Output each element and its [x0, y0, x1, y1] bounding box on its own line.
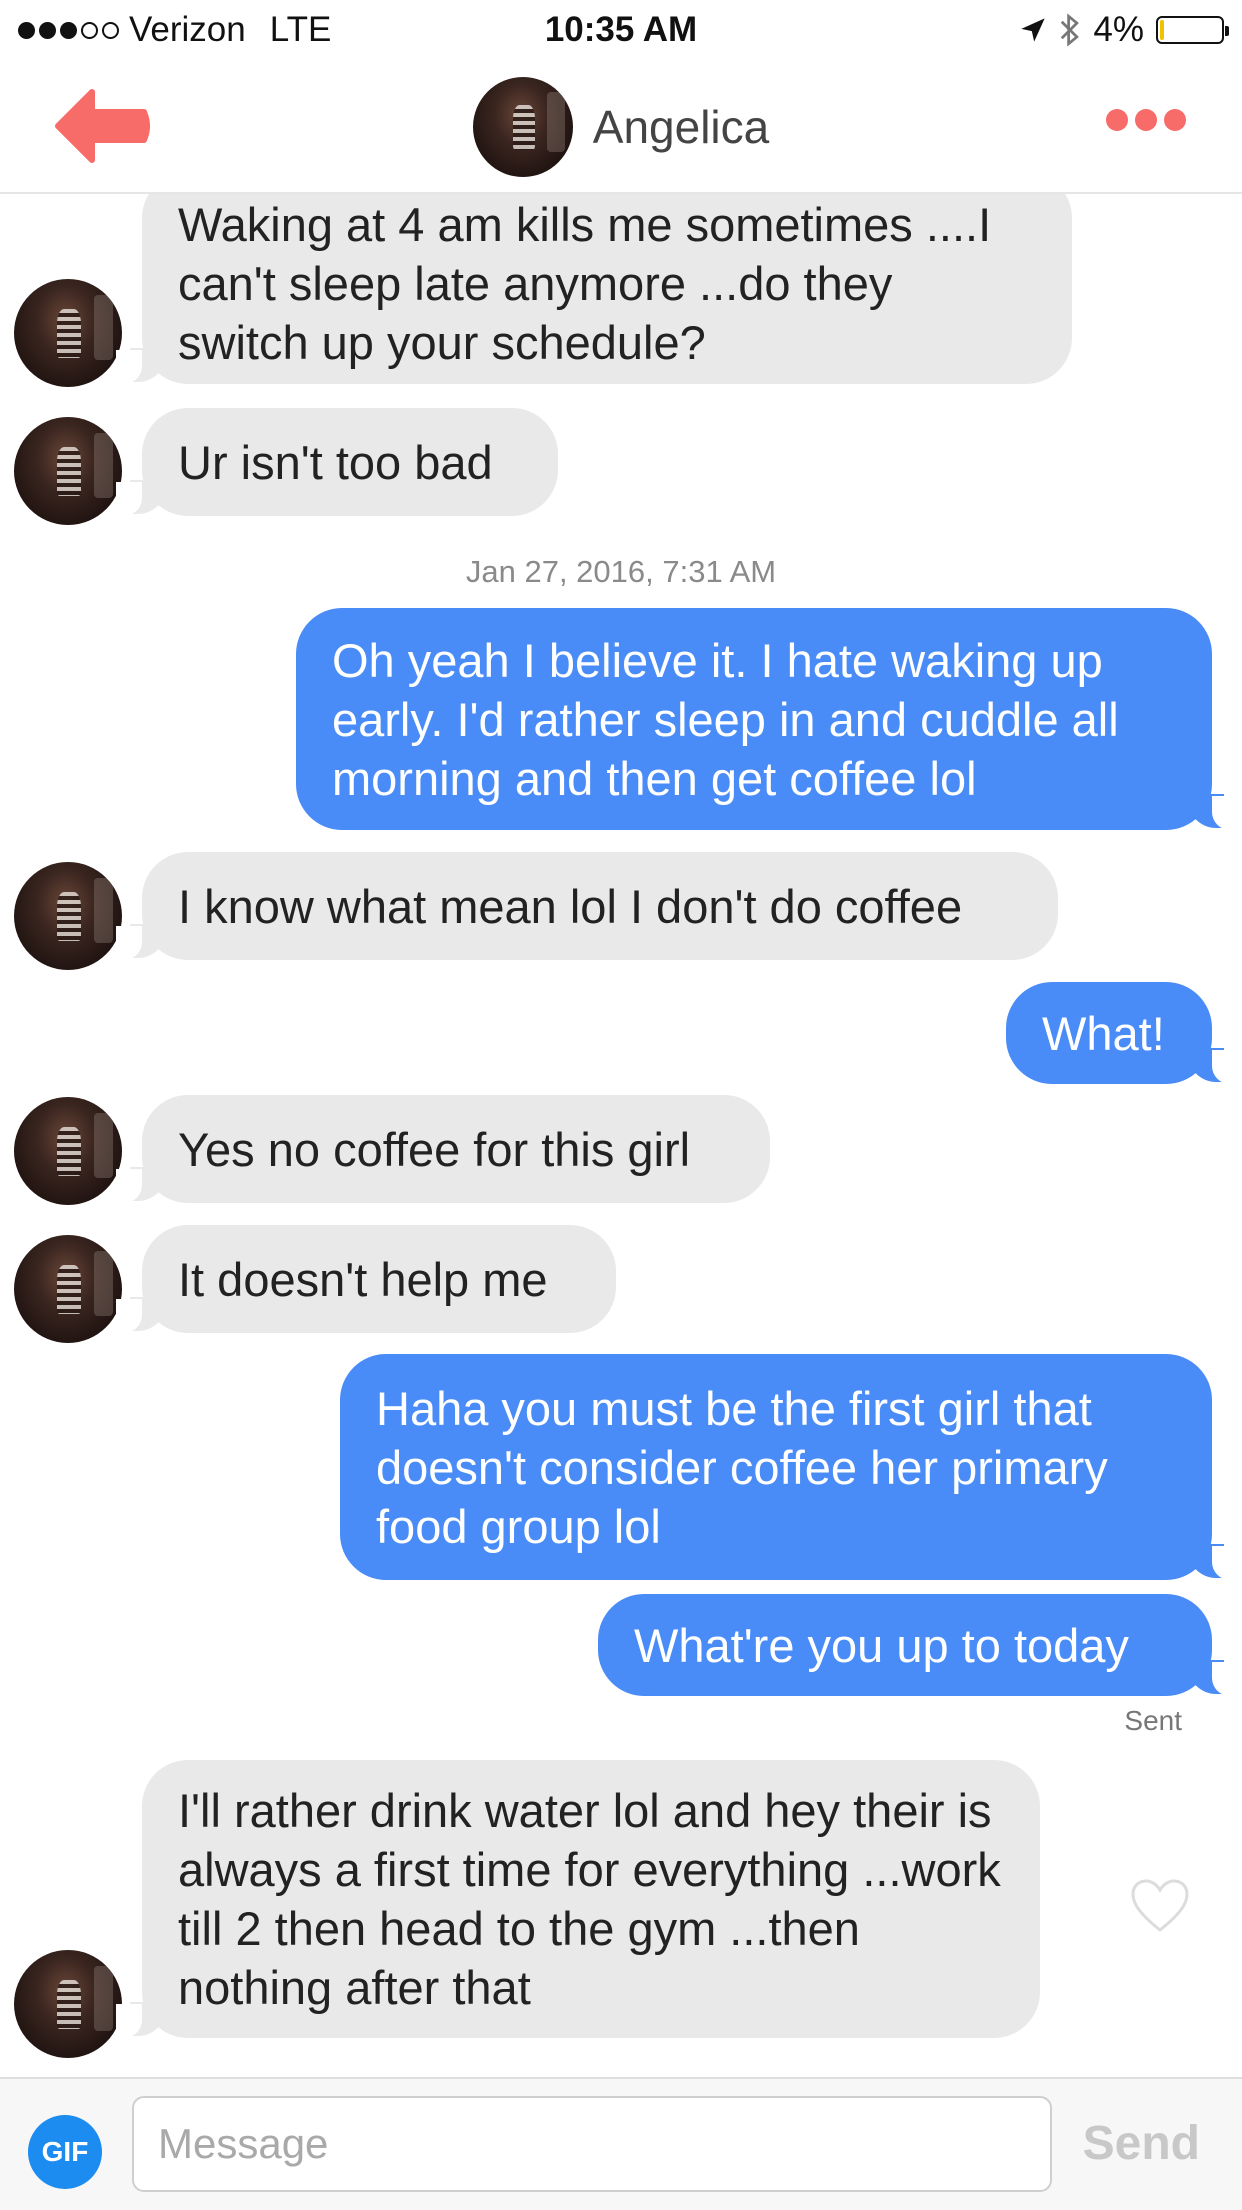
incoming-message[interactable]: I'll rather drink water lol and hey thei…	[116, 1760, 1040, 2038]
send-button[interactable]: Send	[1077, 2115, 1206, 2172]
sender-avatar[interactable]	[14, 417, 122, 525]
status-bar: Verizon LTE 10:35 AM 4%	[0, 0, 1242, 62]
sender-avatar[interactable]	[14, 1950, 122, 2058]
bluetooth-icon	[1061, 13, 1080, 47]
sent-status: Sent	[1124, 1705, 1182, 1736]
outgoing-message[interactable]: What're you up to today	[598, 1594, 1238, 1696]
message-composer: GIF Send	[0, 2077, 1242, 2210]
outgoing-message[interactable]: Oh yeah I believe it. I hate waking up e…	[296, 608, 1238, 830]
sender-avatar[interactable]	[14, 862, 122, 970]
incoming-message[interactable]: Ur isn't too bad	[116, 408, 558, 516]
gif-button[interactable]: GIF	[28, 2115, 102, 2189]
sender-avatar[interactable]	[14, 1097, 122, 1205]
message-text: Oh yeah I believe it. I hate waking up e…	[332, 633, 1119, 805]
outgoing-message[interactable]: What!	[1006, 982, 1238, 1084]
heart-outline-icon[interactable]	[1130, 1878, 1190, 1934]
sender-avatar[interactable]	[14, 279, 122, 387]
message-text: Haha you must be the first girl that doe…	[376, 1381, 1108, 1553]
timestamp: Jan 27, 2016, 7:31 AM	[465, 554, 777, 589]
battery-percent: 4%	[1093, 10, 1144, 49]
incoming-message[interactable]: Waking at 4 am kills me sometimes ....I …	[116, 192, 1072, 384]
incoming-message[interactable]: Yes no coffee for this girl	[116, 1095, 770, 1203]
contact-info[interactable]: Angelica	[0, 77, 1242, 177]
sender-avatar[interactable]	[14, 1235, 122, 1343]
status-right: 4%	[1019, 10, 1229, 50]
message-text: Yes no coffee for this girl	[178, 1122, 691, 1176]
contact-name[interactable]: Angelica	[593, 100, 769, 154]
incoming-message[interactable]: I know what mean lol I don't do coffee	[116, 852, 1058, 960]
message-text: I know what mean lol I don't do coffee	[178, 879, 963, 933]
message-text: It doesn't help me	[178, 1252, 548, 1306]
message-text: Waking at 4 am kills me sometimes ....I …	[178, 197, 992, 369]
message-list[interactable]: Waking at 4 am kills me sometimes ....I …	[0, 192, 1242, 2077]
message-text: What're you up to today	[634, 1618, 1129, 1672]
more-dots-icon[interactable]	[1106, 109, 1186, 131]
outgoing-message[interactable]: Haha you must be the first girl that doe…	[340, 1354, 1238, 1580]
message-text: What!	[1042, 1006, 1165, 1060]
chat-header: Angelica	[0, 62, 1242, 194]
battery-icon	[1156, 16, 1229, 44]
location-arrow-icon	[1021, 18, 1046, 42]
message-text: I'll rather drink water lol and hey thei…	[178, 1784, 1001, 2014]
incoming-message[interactable]: It doesn't help me	[116, 1225, 616, 1333]
message-text: Ur isn't too bad	[178, 435, 493, 489]
contact-avatar[interactable]	[472, 77, 573, 177]
message-input[interactable]	[132, 2096, 1052, 2192]
